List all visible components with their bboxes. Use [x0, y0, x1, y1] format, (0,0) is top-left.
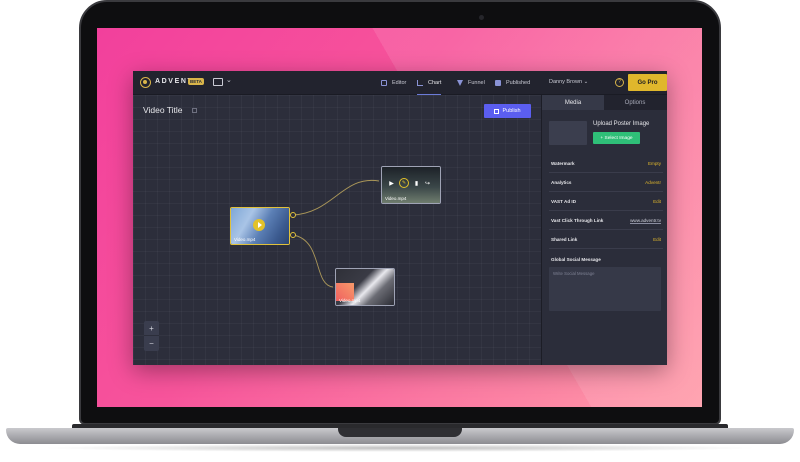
tab-options[interactable]: Options — [604, 95, 666, 110]
go-pro-button[interactable]: Go Pro — [628, 74, 667, 91]
properties-panel: Media Options Upload Poster Image + Sele… — [541, 95, 667, 365]
shared-link-edit[interactable]: Edit — [653, 237, 661, 242]
zoom-controls: + − — [144, 321, 159, 351]
chevron-down-icon: ⌄ — [583, 79, 589, 85]
tab-funnel-label: Funnel — [468, 80, 485, 86]
divider — [549, 229, 663, 230]
share-icon[interactable]: ↪ — [424, 180, 431, 187]
zoom-out-button[interactable]: − — [144, 336, 159, 351]
top-bar: ADVENTR BETA ⌄ Editor Chart Funnel Publi… — [133, 71, 667, 95]
vast-ad-id-edit[interactable]: Edit — [653, 199, 661, 204]
laptop-shadow — [40, 444, 760, 452]
shared-link-row: Shared Link Edit — [551, 237, 661, 242]
output-port[interactable] — [290, 232, 296, 238]
edit-icon[interactable]: ✎ — [399, 178, 409, 188]
node-controls: ▶ ✎ ▮ ↪ — [388, 178, 431, 188]
tab-chart-label: Chart — [428, 79, 442, 86]
tab-editor[interactable]: Editor — [381, 71, 406, 95]
user-menu[interactable]: Danny Brown ⌄ — [549, 79, 588, 85]
tab-published[interactable]: Published — [495, 71, 530, 95]
tab-chart[interactable]: Chart — [417, 71, 442, 95]
node-label: Video.mp4 — [234, 237, 256, 242]
node-label: Video.mp4 — [339, 298, 361, 303]
select-image-button[interactable]: + Select Image — [593, 132, 640, 144]
zoom-in-button[interactable]: + — [144, 321, 159, 336]
divider — [549, 248, 663, 249]
user-name: Danny Brown — [549, 79, 583, 85]
analytics-row: Analytics Adventr — [551, 180, 661, 185]
trash-icon[interactable]: ▮ — [413, 180, 420, 187]
chart-canvas[interactable]: Video Title Publish Video.mp4 ▶ ✎ ▮ ↪ Vi… — [133, 95, 541, 365]
watermark-value[interactable]: Empty — [648, 161, 661, 166]
poster-image-preview[interactable] — [549, 121, 587, 145]
tab-funnel[interactable]: Funnel — [457, 71, 485, 95]
device-preview-icon[interactable] — [213, 78, 223, 86]
video-node[interactable]: Video.mp4 — [230, 207, 290, 245]
app-window: ADVENTR BETA ⌄ Editor Chart Funnel Publi… — [133, 71, 667, 365]
analytics-value[interactable]: Adventr — [645, 180, 661, 185]
node-connections — [292, 179, 380, 288]
play-icon[interactable]: ▶ — [388, 180, 395, 187]
funnel-icon — [457, 80, 463, 86]
published-icon — [495, 80, 501, 86]
chart-icon — [417, 79, 423, 86]
vast-ad-id-label: VAST Ad ID — [551, 199, 577, 204]
camera-icon — [479, 15, 484, 20]
social-message-input[interactable]: Write Social Message — [549, 267, 661, 311]
help-icon[interactable]: ? — [615, 78, 624, 87]
layers-icon — [381, 80, 387, 86]
play-icon[interactable] — [253, 219, 265, 231]
beta-badge: BETA — [188, 78, 204, 85]
social-message-label: Global Social Message — [551, 257, 601, 262]
laptop-notch — [338, 428, 462, 437]
tab-media[interactable]: Media — [542, 95, 604, 110]
watermark-row: Watermark Empty — [551, 161, 661, 166]
vast-click-label: Vast Click Through Link — [551, 218, 604, 223]
watermark-label: Watermark — [551, 161, 575, 166]
chevron-down-icon[interactable]: ⌄ — [226, 76, 232, 84]
vast-click-value[interactable]: www.adventr.tv — [630, 218, 661, 224]
video-node[interactable]: ▶ ✎ ▮ ↪ Video.mp4 — [381, 166, 441, 204]
vast-click-row: Vast Click Through Link www.adventr.tv — [551, 218, 661, 224]
divider — [549, 191, 663, 192]
tab-published-label: Published — [506, 80, 531, 86]
panel-tabs: Media Options — [542, 95, 667, 110]
vast-ad-id-row: VAST Ad ID Edit — [551, 199, 661, 204]
connection-line — [292, 179, 380, 216]
shared-link-label: Shared Link — [551, 237, 578, 242]
tab-editor-label: Editor — [392, 80, 407, 86]
logo-icon — [140, 77, 151, 88]
divider — [549, 172, 663, 173]
connection-line — [292, 234, 334, 288]
divider — [549, 210, 663, 211]
analytics-label: Analytics — [551, 180, 572, 185]
node-label: Video.mp4 — [385, 196, 407, 201]
poster-title: Upload Poster Image — [593, 121, 650, 127]
output-port[interactable] — [290, 212, 296, 218]
video-node[interactable]: Video.mp4 — [335, 268, 395, 306]
